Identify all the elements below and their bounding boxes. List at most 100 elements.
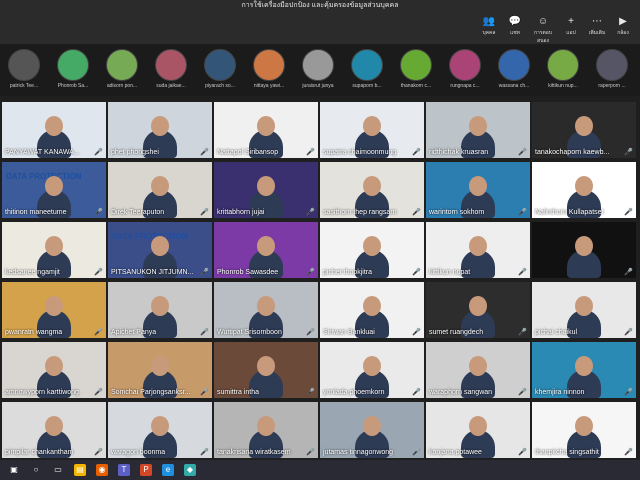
video-tile[interactable]: DATA PROTECTION PITSANUKON JITJUMN... 🎤 [108, 222, 212, 278]
video-tile[interactable]: kanjana potawee 🎤 [426, 402, 530, 458]
video-tile[interactable]: sumittra intha 🎤 [214, 342, 318, 398]
video-tile[interactable]: 🎤 [532, 222, 636, 278]
apps-icon: + [568, 16, 574, 27]
firefox-icon[interactable]: ◉ [96, 464, 108, 476]
video-tile[interactable]: pichai chaikul 🎤 [532, 282, 636, 338]
video-tile[interactable]: DATA PROTECTION thitinon maneetume 🎤 [2, 162, 106, 218]
tile-name: thanpitcha singsathit [535, 449, 599, 456]
strip-participant[interactable]: Phonrob Sa... [49, 49, 97, 89]
strip-participant[interactable]: juraisrut junya [294, 49, 342, 89]
video-tile[interactable]: pwanratn wangma 🎤 [2, 282, 106, 338]
strip-participant[interactable]: thanakorn c... [392, 49, 440, 89]
video-tile[interactable]: krittabhorn jujai 🎤 [214, 162, 318, 218]
reactions-button[interactable]: ☺ การตอบสนอง [530, 15, 556, 44]
video-tile[interactable]: thanpitcha singsathit 🎤 [532, 402, 636, 458]
mic-muted-icon: 🎤 [200, 389, 209, 396]
mic-muted-icon: 🎤 [624, 449, 633, 456]
video-tile[interactable]: Nalinthorn Kullapatset 🎤 [532, 162, 636, 218]
video-tile[interactable]: pimpilar chankantham 🎤 [2, 402, 106, 458]
strip-participant[interactable]: piyarach so... [196, 49, 244, 89]
strip-participant[interactable]: supaporn b... [343, 49, 391, 89]
avatar [204, 49, 236, 81]
more-button[interactable]: ⋯ เพิ่มเติม [584, 15, 610, 43]
search-icon[interactable]: ○ [30, 464, 42, 476]
banner-text: DATA PROTECTION [6, 172, 82, 181]
mic-muted-icon: 🎤 [412, 449, 421, 456]
teams-icon[interactable]: T [118, 464, 130, 476]
app-icon[interactable]: ◆ [184, 464, 196, 476]
more-icon: ⋯ [592, 16, 602, 27]
video-tile[interactable]: Phonrob Sawasdee 🎤 [214, 222, 318, 278]
apps-label: แอป [566, 30, 576, 36]
video-grid: PANYAWAT KANAWA... 🎤 phet phongshei 🎤 Nattap… [2, 102, 638, 460]
strip-participant[interactable]: kittikun nup... [539, 49, 587, 89]
strip-participant[interactable]: adisorn pon... [98, 49, 146, 89]
video-tile[interactable]: sumet ruangdech 🎤 [426, 282, 530, 338]
video-tile[interactable]: ridthichak kruasran 🎤 [426, 102, 530, 158]
participant-head [363, 176, 381, 196]
participant-head [45, 356, 63, 376]
video-tile[interactable]: phet phongshei 🎤 [108, 102, 212, 158]
video-tile[interactable]: Nattapol Siribansop 🎤 [214, 102, 318, 158]
taskview-icon[interactable]: ▭ [52, 464, 64, 476]
video-tile[interactable]: waraphorn sangwan 🎤 [426, 342, 530, 398]
participant-name: juraisrut junya [302, 83, 334, 89]
mic-muted-icon: 🎤 [624, 329, 633, 336]
video-tile[interactable]: Somchai Parjongsanksr... 🎤 [108, 342, 212, 398]
powerpoint-icon[interactable]: P [140, 464, 152, 476]
strip-participant[interactable]: rungnapa c... [441, 49, 489, 89]
tile-name: waragon boonma [111, 449, 166, 456]
video-tile[interactable]: sasithorn thep rangsarn 🎤 [320, 162, 424, 218]
participant-head [45, 416, 63, 436]
video-tile[interactable]: Apichet Panya 🎤 [108, 282, 212, 338]
strip-participant[interactable]: nittaya yawi... [245, 49, 293, 89]
video-tile[interactable]: tanakochaporn kaewb... 🎤 [532, 102, 636, 158]
windows-icon[interactable]: ▣ [8, 464, 20, 476]
video-tile[interactable]: kittikun nupat 🎤 [426, 222, 530, 278]
strip-participant[interactable]: raperporn ... [588, 49, 636, 89]
participant-name: piyarach so... [205, 83, 235, 89]
avatar [57, 49, 89, 81]
participant-name: wassana ch... [498, 83, 530, 89]
video-tile[interactable]: Direk Teeraputon 🎤 [108, 162, 212, 218]
tile-name: jutamas tinnagonwong [323, 449, 394, 456]
participant-head [575, 296, 593, 316]
video-tile[interactable]: pichet thookjitra 🎤 [320, 222, 424, 278]
tile-name: waraphorn sangwan [429, 389, 493, 396]
mic-muted-icon: 🎤 [94, 329, 103, 336]
participant-head [45, 176, 63, 196]
banner-text: DATA PROTECTION [112, 232, 188, 241]
participant-head [257, 296, 275, 316]
strip-participant[interactable]: patrick Tee... [0, 49, 48, 89]
mic-muted-icon: 🎤 [306, 329, 315, 336]
apps-button[interactable]: + แอป [558, 15, 584, 43]
camera-button[interactable]: ▶ กล้อง [610, 15, 636, 43]
video-tile[interactable]: PANYAWAT KANAWA... 🎤 [2, 102, 106, 158]
video-tile[interactable]: tanakrisana wiratkasem 🎤 [214, 402, 318, 458]
video-tile[interactable]: warintorn sokhom 🎤 [426, 162, 530, 218]
chat-button[interactable]: 💬 แชท [502, 15, 528, 43]
people-button[interactable]: 👥 บุคคล [476, 15, 502, 43]
strip-participant[interactable]: suda jaikae... [147, 49, 195, 89]
video-tile[interactable]: yonlada phoemkorn 🎤 [320, 342, 424, 398]
edge-icon[interactable]: e [162, 464, 174, 476]
video-tile[interactable]: supatra chaimoonmung 🎤 [320, 102, 424, 158]
video-tile[interactable]: jutamas tinnagonwong 🎤 [320, 402, 424, 458]
participant-head [363, 296, 381, 316]
video-tile[interactable]: khemjira ninnon 🎤 [532, 342, 636, 398]
video-tile[interactable]: Siriwan Bankluai 🎤 [320, 282, 424, 338]
mic-muted-icon: 🎤 [518, 449, 527, 456]
strip-participant[interactable]: wassana ch... [490, 49, 538, 89]
participant-name: rungnapa c... [450, 83, 480, 89]
participant-head [45, 296, 63, 316]
video-tile[interactable]: kedsanee ngamjit 🎤 [2, 222, 106, 278]
tile-name: Nalinthorn Kullapatset [535, 209, 604, 216]
explorer-icon[interactable]: ▤ [74, 464, 86, 476]
video-tile[interactable]: Wuttipat Srisomboon 🎤 [214, 282, 318, 338]
tile-name: sumet ruangdech [429, 329, 484, 336]
video-tile[interactable]: waragon boonma 🎤 [108, 402, 212, 458]
video-tile[interactable]: amnowyporn karttiwong 🎤 [2, 342, 106, 398]
participant-name: nittaya yawi... [253, 83, 285, 89]
participant-head [363, 416, 381, 436]
tile-name: kanjana potawee [429, 449, 482, 456]
